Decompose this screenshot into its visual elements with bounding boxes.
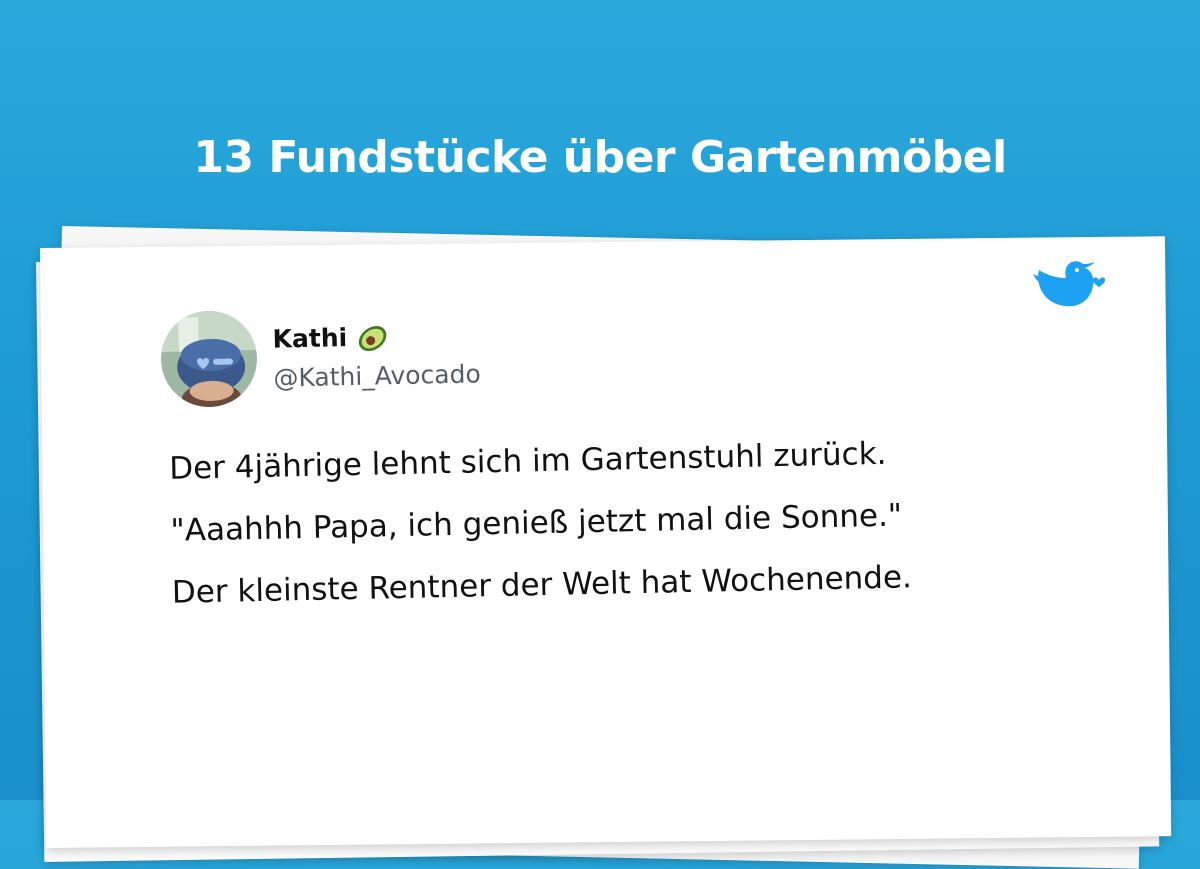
avocado-icon — [358, 326, 386, 352]
tweet-text: Der 4jährige lehnt sich im Gartenstuhl z… — [169, 419, 1053, 623]
tweet-card: Kathi @Kathi_Avocado Der 4jährige lehnt … — [160, 293, 1066, 612]
author-handle: @Kathi_Avocado — [273, 359, 481, 393]
avatar-image — [160, 309, 258, 408]
avatar — [160, 309, 258, 408]
author-name-row: Kathi — [272, 321, 389, 357]
page-title: 13 Fundstücke über Gartenmöbel — [193, 132, 1007, 183]
author-name: Kathi — [272, 323, 348, 354]
